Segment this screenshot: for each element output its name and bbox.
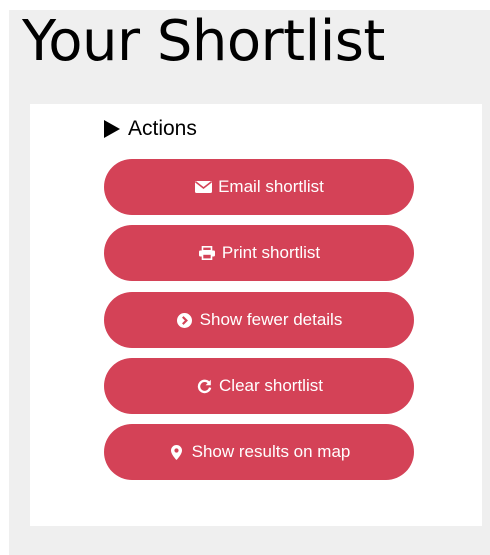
show-fewer-details-button[interactable]: Show fewer details xyxy=(104,292,414,348)
show-results-on-map-button[interactable]: Show results on map xyxy=(104,424,414,480)
email-shortlist-label: Email shortlist xyxy=(218,177,324,196)
actions-toggle-label: Actions xyxy=(128,117,197,140)
map-marker-icon xyxy=(168,444,186,460)
actions-toggle[interactable]: Actions xyxy=(104,117,197,141)
show-fewer-details-label: Show fewer details xyxy=(199,310,343,329)
printer-icon xyxy=(198,245,216,261)
show-results-on-map-label: Show results on map xyxy=(191,442,351,461)
refresh-icon xyxy=(195,378,213,394)
page-title: Your Shortlist xyxy=(22,9,385,74)
email-shortlist-button[interactable]: Email shortlist xyxy=(104,159,414,215)
caret-right-icon xyxy=(104,120,120,138)
print-shortlist-label: Print shortlist xyxy=(221,243,321,262)
clear-shortlist-button[interactable]: Clear shortlist xyxy=(104,358,414,414)
chevron-circle-icon xyxy=(176,312,194,328)
clear-shortlist-label: Clear shortlist xyxy=(219,376,323,395)
print-shortlist-button[interactable]: Print shortlist xyxy=(104,225,414,281)
envelope-icon xyxy=(194,179,212,195)
